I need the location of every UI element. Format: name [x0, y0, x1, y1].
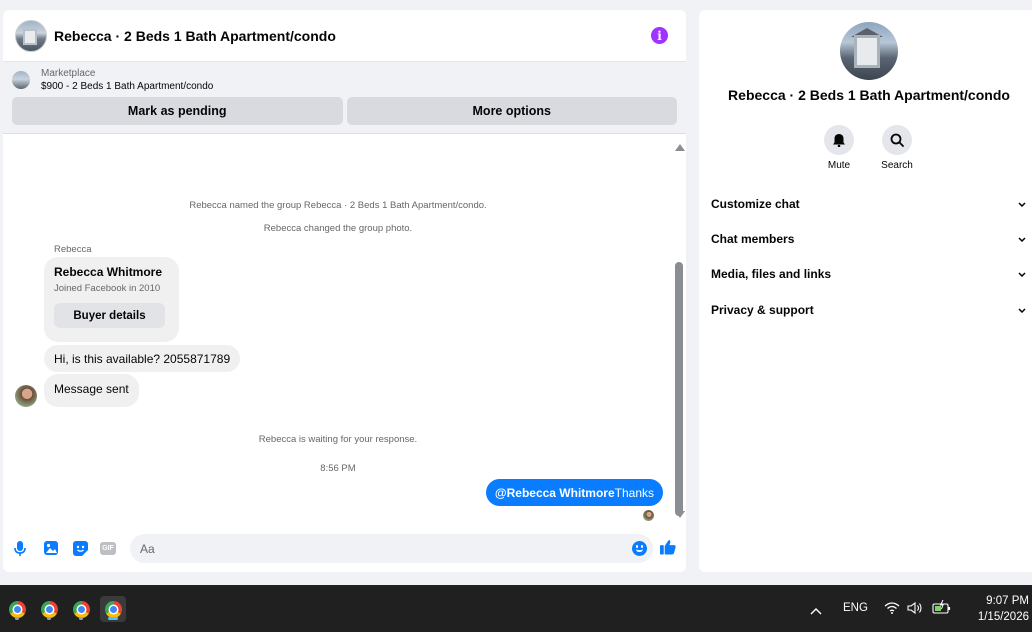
chat-members-section[interactable]: Chat members: [711, 229, 1027, 249]
speaker-icon[interactable]: [907, 601, 923, 619]
clock-time: 9:07 PM: [986, 595, 1029, 607]
chrome-icon: [104, 600, 122, 618]
taskbar: ENG 9:07 PM 1/15/2026: [0, 585, 1032, 632]
info-icon[interactable]: i: [651, 27, 668, 44]
message-timestamp: 8:56 PM: [320, 463, 356, 474]
scrollbar-thumb[interactable]: [675, 262, 683, 516]
system-clock[interactable]: 9:07 PM 1/15/2026: [963, 593, 1029, 625]
incoming-message[interactable]: Hi, is this available? 2055871789: [44, 345, 241, 372]
chat-header: Rebecca · 2 Beds 1 Bath Apartment/condo …: [3, 10, 686, 62]
mute-label: Mute: [827, 160, 851, 171]
wifi-icon[interactable]: [884, 601, 900, 619]
sender-avatar[interactable]: [15, 385, 37, 407]
chevron-down-icon: [1017, 234, 1027, 244]
chevron-down-icon: [1017, 199, 1027, 209]
thumbs-up-icon[interactable]: [660, 539, 676, 555]
search-label: Search: [881, 160, 913, 171]
mute-button[interactable]: Mute: [809, 125, 869, 171]
conversation-info-panel: Rebecca · 2 Beds 1 Bath Apartment/condo …: [699, 10, 1032, 572]
privacy-support-section[interactable]: Privacy & support: [711, 300, 1027, 320]
microphone-icon[interactable]: [12, 540, 28, 556]
scroll-up-arrow-icon[interactable]: [675, 144, 685, 151]
mark-as-pending-button[interactable]: Mark as pending: [12, 97, 343, 125]
message-placeholder: Aa: [140, 541, 155, 556]
composer: GIF Aa: [3, 532, 686, 566]
taskbar-chrome-window[interactable]: [36, 596, 62, 622]
system-message: Rebecca changed the group photo.: [263, 223, 413, 234]
read-receipt-avatar: [643, 510, 654, 521]
photo-icon[interactable]: [43, 540, 59, 556]
buyer-details-button[interactable]: Buyer details: [54, 303, 165, 328]
chrome-icon: [8, 600, 26, 618]
emoji-icon[interactable]: [632, 541, 647, 556]
show-hidden-icons-chevron-up-icon[interactable]: [810, 602, 822, 620]
listing-title: $900 - 2 Beds 1 Bath Apartment/condo: [41, 81, 214, 92]
sticker-icon[interactable]: [72, 540, 88, 556]
section-label: Chat members: [711, 232, 795, 246]
marketplace-bar: Marketplace $900 - 2 Beds 1 Bath Apartme…: [3, 62, 686, 134]
language-indicator[interactable]: ENG: [843, 602, 868, 614]
listing-thumbnail: [12, 71, 30, 89]
media-files-links-section[interactable]: Media, files and links: [711, 264, 1027, 284]
clock-date: 1/15/2026: [977, 611, 1029, 623]
section-label: Customize chat: [711, 197, 800, 211]
chrome-icon: [72, 600, 90, 618]
outgoing-message[interactable]: @Rebecca Whitmore Thanks: [485, 479, 663, 506]
taskbar-chrome-window[interactable]: [4, 596, 30, 622]
system-message: Rebecca is waiting for your response.: [258, 434, 418, 445]
buyer-card: Rebecca Whitmore Joined Facebook in 2010…: [44, 257, 179, 342]
mention[interactable]: @Rebecca Whitmore: [495, 486, 615, 500]
marketplace-listing[interactable]: Marketplace $900 - 2 Beds 1 Bath Apartme…: [12, 68, 677, 92]
scrollbar[interactable]: [673, 142, 685, 524]
taskbar-chrome-window[interactable]: [68, 596, 94, 622]
outgoing-text: Thanks: [614, 485, 654, 500]
chat-panel: Rebecca · 2 Beds 1 Bath Apartment/condo …: [3, 10, 686, 572]
scroll-down-arrow-icon[interactable]: [675, 511, 685, 518]
gif-icon[interactable]: GIF: [100, 542, 116, 555]
buyer-joined: Joined Facebook in 2010: [54, 283, 161, 294]
buyer-name: Rebecca Whitmore: [54, 265, 163, 279]
search-icon: [882, 125, 912, 155]
search-button[interactable]: Search: [867, 125, 927, 171]
panel-title: Rebecca · 2 Beds 1 Bath Apartment/condo: [728, 87, 1010, 103]
section-label: Privacy & support: [711, 303, 814, 317]
chrome-icon: [40, 600, 58, 618]
incoming-message[interactable]: Message sent: [44, 374, 139, 407]
section-label: Media, files and links: [711, 267, 832, 281]
system-message: Rebecca named the group Rebecca · 2 Beds…: [189, 200, 487, 211]
customize-chat-section[interactable]: Customize chat: [711, 194, 1027, 214]
group-photo[interactable]: [840, 22, 898, 80]
chevron-down-icon: [1017, 305, 1027, 315]
bell-icon: [824, 125, 854, 155]
marketplace-label: Marketplace: [41, 68, 96, 79]
sender-name: Rebecca: [54, 244, 92, 255]
battery-charging-icon[interactable]: [932, 599, 952, 619]
chat-title[interactable]: Rebecca · 2 Beds 1 Bath Apartment/condo: [54, 28, 336, 44]
taskbar-chrome-window-active[interactable]: [100, 596, 126, 622]
chevron-down-icon: [1017, 269, 1027, 279]
message-input[interactable]: Aa: [130, 534, 653, 563]
message-list[interactable]: Rebecca named the group Rebecca · 2 Beds…: [3, 142, 686, 524]
group-avatar[interactable]: [15, 19, 47, 52]
more-options-button[interactable]: More options: [346, 97, 677, 125]
